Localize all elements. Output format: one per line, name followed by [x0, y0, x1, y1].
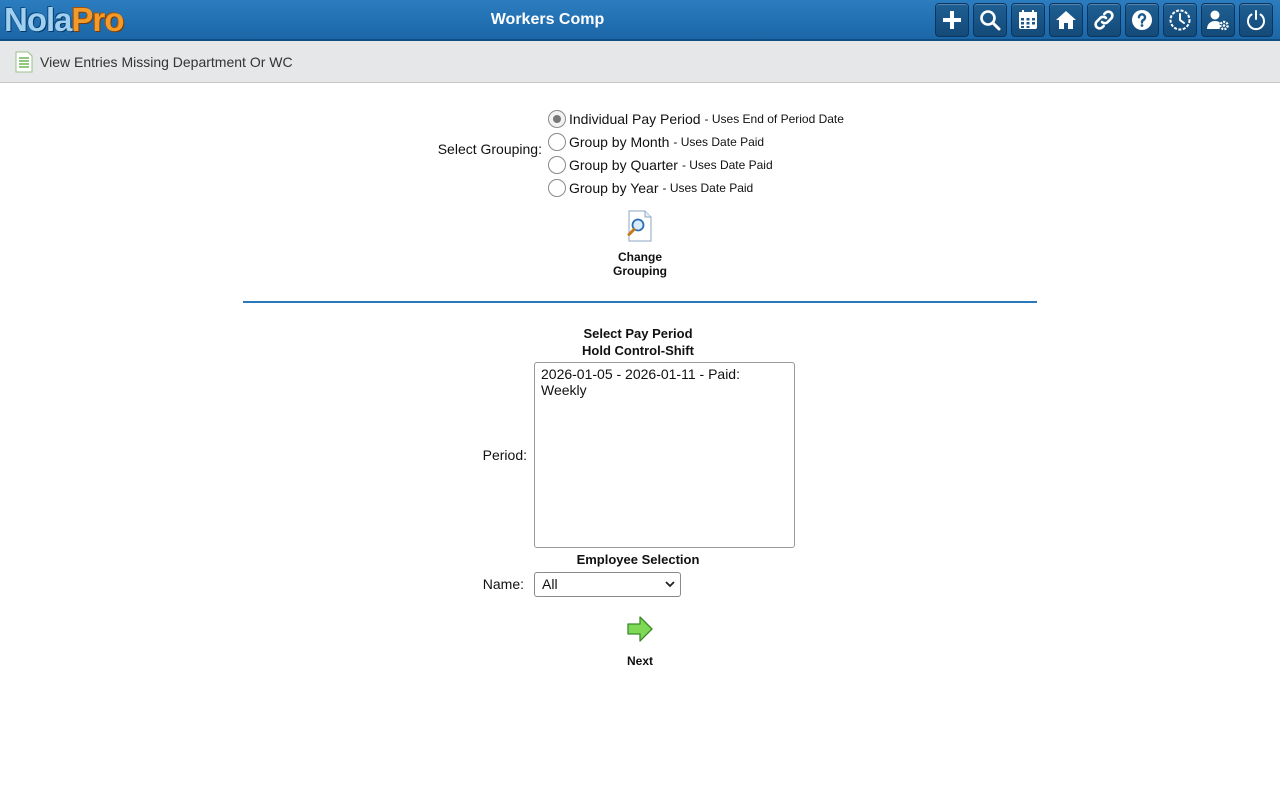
- option-label: Individual Pay Period: [569, 110, 701, 127]
- grouping-option-individual[interactable]: Individual Pay Period - Uses End of Peri…: [548, 107, 844, 130]
- grouping-option-month[interactable]: Group by Month - Uses Date Paid: [548, 130, 844, 153]
- name-label: Name:: [482, 576, 524, 592]
- calendar-icon: [1019, 10, 1037, 29]
- grouping-option-year[interactable]: Group by Year - Uses Date Paid: [548, 176, 844, 199]
- radio-group-by-year[interactable]: [548, 178, 566, 197]
- hold-control-shift-hint: Hold Control-Shift: [582, 343, 694, 358]
- radio-individual-pay-period[interactable]: [548, 109, 566, 128]
- clock-icon: [1169, 9, 1191, 31]
- header-icon-bar: [935, 3, 1273, 37]
- view-missing-entries-link[interactable]: View Entries Missing Department Or WC: [14, 51, 293, 73]
- select-grouping-label: Select Grouping:: [437, 141, 542, 157]
- next-button[interactable]: Next: [600, 614, 680, 668]
- home-icon: [1056, 11, 1076, 29]
- power-icon: [1247, 10, 1265, 31]
- page-title: Workers Comp: [490, 11, 605, 28]
- time-button[interactable]: [1163, 3, 1197, 37]
- select-pay-period-heading: Select Pay Period: [583, 326, 693, 341]
- nolapro-logo[interactable]: NolaPro: [4, 0, 125, 40]
- link-icon: [1094, 10, 1114, 30]
- radio-group-by-quarter[interactable]: [548, 155, 566, 174]
- document-magnifier-icon: [627, 210, 652, 242]
- section-divider: [243, 301, 1037, 303]
- search-icon: [980, 10, 1001, 31]
- option-note: - Uses End of Period Date: [704, 111, 844, 126]
- option-label: Group by Month: [569, 133, 670, 150]
- radio-group-by-month[interactable]: [548, 132, 566, 151]
- option-label: Group by Quarter: [569, 156, 678, 173]
- user-settings-button[interactable]: [1201, 3, 1235, 37]
- change-grouping-button[interactable]: Change Grouping: [600, 210, 680, 278]
- employee-selection-heading: Employee Selection: [576, 552, 700, 567]
- user-settings-icon: [1207, 10, 1229, 31]
- sub-toolbar: View Entries Missing Department Or WC: [0, 41, 1280, 83]
- plus-icon: [943, 11, 961, 29]
- calendar-button[interactable]: [1011, 3, 1045, 37]
- period-option[interactable]: 2026-01-05 - 2026-01-11 - Paid: Weekly: [541, 366, 788, 398]
- chevron-down-icon: [665, 581, 675, 588]
- period-listbox[interactable]: 2026-01-05 - 2026-01-11 - Paid: Weekly: [534, 362, 795, 548]
- change-grouping-line2: Grouping: [613, 264, 667, 278]
- grouping-option-quarter[interactable]: Group by Quarter - Uses Date Paid: [548, 153, 844, 176]
- home-button[interactable]: [1049, 3, 1083, 37]
- top-header: NolaPro Workers Comp: [0, 0, 1280, 41]
- logout-button[interactable]: [1239, 3, 1273, 37]
- option-note: - Uses Date Paid: [673, 134, 765, 149]
- change-grouping-line1: Change: [617, 250, 662, 264]
- help-icon: [1132, 10, 1152, 30]
- arrow-right-icon: [627, 616, 653, 642]
- add-button[interactable]: [935, 3, 969, 37]
- links-button[interactable]: [1087, 3, 1121, 37]
- grouping-radio-group: Individual Pay Period - Uses End of Peri…: [548, 107, 844, 199]
- help-button[interactable]: [1125, 3, 1159, 37]
- employee-name-select[interactable]: All: [534, 572, 681, 597]
- report-document-icon: [15, 51, 33, 73]
- option-note: - Uses Date Paid: [681, 157, 773, 172]
- option-label: Group by Year: [569, 179, 659, 196]
- search-button[interactable]: [973, 3, 1007, 37]
- view-missing-entries-label: View Entries Missing Department Or WC: [40, 54, 293, 70]
- period-label: Period:: [482, 447, 527, 463]
- selected-employee-value: All: [542, 576, 558, 592]
- option-note: - Uses Date Paid: [662, 180, 754, 195]
- period-heading: Select Pay Period Hold Control-Shift: [538, 325, 738, 359]
- next-label: Next: [626, 654, 653, 668]
